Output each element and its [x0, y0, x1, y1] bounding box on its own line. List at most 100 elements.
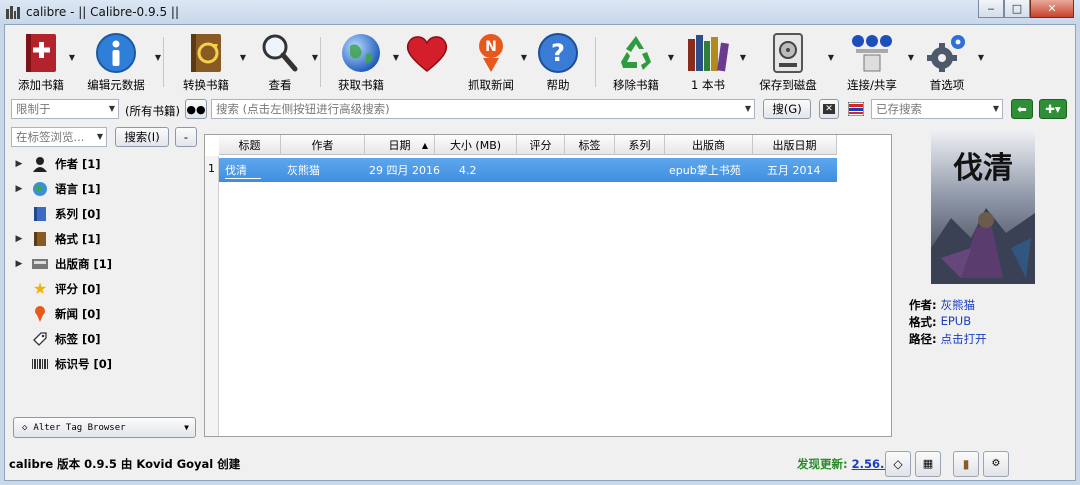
cell-series[interactable] — [615, 158, 665, 182]
cell-size[interactable]: 4.2 — [435, 158, 517, 182]
tag-browser-tree: ▶ 作者 [1] ▶ 语言 [1] 系列 [0] ▶ 格式 [1] ▶ 出版商 … — [11, 151, 201, 376]
svg-text:N: N — [485, 39, 497, 55]
cell-tags[interactable] — [565, 158, 615, 182]
get-books-button[interactable]: 获取书籍 ▼ — [325, 25, 399, 95]
preferences-button[interactable]: 首选项 ▼ — [912, 25, 984, 95]
detail-path: 路径: 点击打开 — [909, 331, 987, 348]
detail-author: 作者: 灰熊猫 — [909, 297, 976, 314]
row-number-gutter: 1 — [205, 156, 219, 436]
row-number: 1 — [208, 162, 215, 175]
edit-metadata-button[interactable]: 编辑元数据 ▼ — [73, 25, 161, 95]
copy-search-button[interactable] — [845, 99, 867, 119]
column-header-author[interactable]: 作者 — [281, 135, 365, 155]
preferences-menu-arrow[interactable]: ▼ — [978, 53, 984, 62]
format-link[interactable]: EPUB — [941, 314, 972, 331]
disk-icon — [766, 31, 810, 75]
add-saved-search-button[interactable]: ✚▾ — [1039, 99, 1067, 119]
advanced-search-button[interactable]: ●● — [185, 99, 207, 119]
view-button[interactable]: 查看 ▼ — [244, 25, 318, 95]
column-header-title[interactable]: 标题 — [219, 135, 281, 155]
column-header-rating[interactable]: 评分 — [517, 135, 565, 155]
jobs-icon: ⚙ — [991, 458, 1001, 469]
close-button[interactable]: ✕ — [1030, 0, 1074, 18]
barcode-icon — [31, 355, 49, 373]
edit-metadata-menu-arrow[interactable]: ▼ — [155, 53, 161, 62]
publisher-icon — [31, 255, 49, 273]
remove-books-button[interactable]: 移除书籍 ▼ — [600, 25, 674, 95]
tag-category-languages[interactable]: ▶ 语言 [1] — [11, 176, 201, 201]
tag-browser-find-row: 在标签浏览... ▼ 搜索(I) - — [5, 127, 205, 147]
save-to-disk-button[interactable]: 保存到磁盘 ▼ — [744, 25, 834, 95]
expand-arrow-icon[interactable]: ▶ — [11, 159, 27, 169]
fetch-news-button[interactable]: N 抓取新闻 ▼ — [457, 25, 527, 95]
cell-publisher[interactable]: epub掌上书苑 — [665, 158, 753, 182]
expand-arrow-icon[interactable]: ▶ — [11, 234, 27, 244]
tag-browser-collapse-button[interactable]: - — [175, 127, 197, 147]
person-icon — [31, 155, 49, 173]
tag-category-news[interactable]: 新闻 [0] — [11, 301, 201, 326]
column-header-series[interactable]: 系列 — [615, 135, 665, 155]
convert-books-button[interactable]: 转换书籍 ▼ — [168, 25, 246, 95]
tag-icon — [31, 330, 49, 348]
library-icon — [686, 31, 730, 75]
search-button[interactable]: 搜(G) — [763, 99, 811, 119]
tag-category-tags[interactable]: 标签 [0] — [11, 326, 201, 351]
tag-browser-find-input[interactable]: 在标签浏览... ▼ — [11, 127, 107, 147]
cell-rating[interactable] — [517, 158, 565, 182]
library-button[interactable]: 1 本书 ▼ — [672, 25, 746, 95]
tag-category-formats[interactable]: ▶ 格式 [1] — [11, 226, 201, 251]
column-header-date[interactable]: 日期 ▲ — [365, 135, 435, 155]
toolbar-separator — [163, 37, 164, 87]
column-header-size[interactable]: 大小 (MB) — [435, 135, 517, 155]
donate-button[interactable] — [397, 25, 457, 95]
expand-arrow-icon[interactable]: ▶ — [11, 184, 27, 194]
book-cover-image[interactable]: 伐清 — [931, 128, 1035, 284]
column-header-publisher[interactable]: 出版商 — [665, 135, 753, 155]
column-header-tags[interactable]: 标签 — [565, 135, 615, 155]
book-details-toggle-button[interactable]: ▮ — [953, 451, 979, 477]
jobs-button[interactable]: ⚙ — [983, 451, 1009, 477]
cell-title[interactable]: 伐清 — [219, 158, 281, 182]
connect-share-button[interactable]: 连接/共享 ▼ — [832, 25, 914, 95]
search-input[interactable]: 搜索 (点击左侧按钮进行高级搜索) ▼ — [211, 99, 755, 119]
author-link[interactable]: 灰熊猫 — [941, 297, 976, 314]
tag-category-authors[interactable]: ▶ 作者 [1] — [11, 151, 201, 176]
clear-search-button[interactable]: ✕ — [819, 99, 839, 119]
cover-title-text: 伐清 — [953, 151, 1013, 186]
cell-pubdate[interactable]: 五月 2014 — [753, 158, 837, 182]
status-bar: calibre 版本 0.9.5 由 Kovid Goyal 创建 发现更新: … — [5, 449, 1075, 479]
save-search-button[interactable]: ⬅ — [1011, 99, 1033, 119]
title-bar: calibre - || Calibre-0.9.5 || ‒ □ ✕ — [0, 0, 1080, 24]
arrow-left-icon: ⬅ — [1017, 102, 1027, 116]
expand-arrow-icon[interactable]: ▶ — [11, 259, 27, 269]
add-books-button[interactable]: 添加书籍 ▼ — [9, 25, 75, 95]
book-details-panel: 作者: 灰熊猫 格式: EPUB 路径: 点击打开 — [909, 297, 987, 348]
tag-category-series[interactable]: 系列 [0] — [11, 201, 201, 226]
tag-category-publishers[interactable]: ▶ 出版商 [1] — [11, 251, 201, 276]
tag-browser-find-button[interactable]: 搜索(I) — [115, 127, 169, 147]
saved-search-select[interactable]: 已存搜索 ▼ — [871, 99, 1003, 119]
series-icon — [31, 205, 49, 223]
main-window: 添加书籍 ▼ 编辑元数据 ▼ 转换书籍 ▼ 查看 ▼ 获取书籍 ▼ N 抓取新闻… — [4, 24, 1076, 481]
tag-category-identifiers[interactable]: 标识号 [0] — [11, 351, 201, 376]
main-toolbar: 添加书籍 ▼ 编辑元数据 ▼ 转换书籍 ▼ 查看 ▼ 获取书籍 ▼ N 抓取新闻… — [5, 25, 1075, 95]
view-menu-arrow[interactable]: ▼ — [312, 53, 318, 62]
cell-author[interactable]: 灰熊猫 — [281, 158, 365, 182]
maximize-button[interactable]: □ — [1004, 0, 1030, 18]
open-path-link[interactable]: 点击打开 — [941, 331, 987, 348]
info-icon — [94, 31, 138, 75]
tag-category-rating[interactable]: ★ 评分 [0] — [11, 276, 201, 301]
tag-browser-toggle-button[interactable]: ◇ — [885, 451, 911, 477]
svg-text:?: ? — [551, 39, 565, 67]
flag-icon — [848, 102, 864, 116]
cover-grid-toggle-button[interactable]: ▦ — [915, 451, 941, 477]
cell-date[interactable]: 29 四月 2016 — [365, 158, 440, 182]
help-button[interactable]: ? 帮助 — [525, 25, 591, 95]
minimize-button[interactable]: ‒ — [978, 0, 1004, 18]
column-header-pubdate[interactable]: 出版日期 — [753, 135, 837, 155]
table-row[interactable]: 伐清 灰熊猫 29 四月 2016 4.2 epub掌上书苑 五月 2014 — [219, 158, 837, 182]
alter-tag-browser-button[interactable]: ◇ Alter Tag Browser ▼ — [13, 417, 196, 438]
globe-icon — [339, 31, 383, 75]
restrict-to-select[interactable]: 限制于 ▼ — [11, 99, 119, 119]
detail-format: 格式: EPUB — [909, 314, 972, 331]
